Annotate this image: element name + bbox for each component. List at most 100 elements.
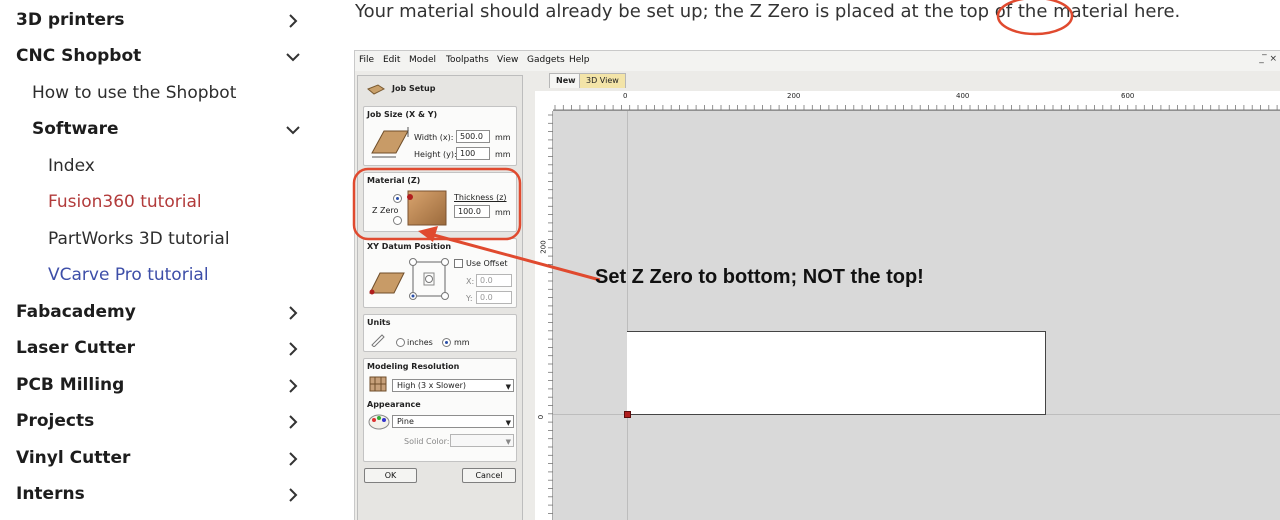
chevron-right-icon <box>289 342 298 356</box>
solid-color-label: Solid Color: <box>404 437 450 446</box>
width-label: Width (x): <box>414 133 454 142</box>
chevron-down-icon <box>286 126 300 135</box>
solid-color-select[interactable]: ▼ <box>450 434 514 447</box>
window-controls[interactable]: _ ̅ × <box>1259 54 1277 64</box>
sidebar-item-label: Vinyl Cutter <box>16 448 131 468</box>
menu-view[interactable]: View <box>497 55 518 65</box>
units-group: Units inches mm <box>363 314 517 352</box>
palette-icon <box>368 414 390 430</box>
left-ruler-ticks <box>548 114 553 514</box>
height-label: Height (y): <box>414 150 457 159</box>
sidebar-item-label: Projects <box>16 411 95 431</box>
job-size-title: Job Size (X & Y) <box>367 110 438 119</box>
menu-bar: File Edit Model Toolpaths View Gadgets H… <box>355 51 1280 71</box>
sidebar-item-label: Laser Cutter <box>16 338 135 358</box>
resolution-group: Modeling Resolution High (3 x Slower) ▼ A… <box>363 358 517 462</box>
resolution-title: Modeling Resolution <box>367 362 460 371</box>
y-offset-input[interactable]: 0.0 <box>476 291 512 304</box>
sidebar-item-cnc-shopbot[interactable]: CNC Shopbot <box>0 39 320 73</box>
chevron-right-icon <box>289 452 298 466</box>
units-title: Units <box>367 318 391 327</box>
top-ruler-ticks <box>553 105 1280 111</box>
chevron-down-icon: ▼ <box>505 438 511 446</box>
appearance-title: Appearance <box>367 400 421 409</box>
sidebar-item-label: PartWorks 3D tutorial <box>48 229 230 249</box>
origin-marker <box>624 411 631 418</box>
job-setup-icon <box>367 84 385 95</box>
width-unit: mm <box>495 133 511 142</box>
height-unit: mm <box>495 150 511 159</box>
sidebar-item-3d-printers[interactable]: 3D printers <box>0 3 320 37</box>
chevron-right-icon <box>289 379 298 393</box>
cancel-button[interactable]: Cancel <box>462 468 516 483</box>
menu-gadgets[interactable]: Gadgets <box>527 55 565 65</box>
sidebar-item-index[interactable]: Index <box>0 149 320 183</box>
sidebar-item-fusion360-tutorial[interactable]: Fusion360 tutorial <box>0 185 320 219</box>
ruler-label-600: 600 <box>1121 92 1135 100</box>
sidebar-item-pcb-milling[interactable]: PCB Milling <box>0 368 320 402</box>
sidebar-item-label: VCarve Pro tutorial <box>48 265 209 285</box>
resolution-grid-icon <box>369 376 387 392</box>
sidebar-item-vinyl-cutter[interactable]: Vinyl Cutter <box>0 441 320 475</box>
highlight-circle-icon <box>996 0 1074 36</box>
sidebar-item-how-to-use-shopbot[interactable]: How to use the Shopbot <box>0 76 320 110</box>
menu-help[interactable]: Help <box>569 55 590 65</box>
sidebar-item-label: PCB Milling <box>16 375 125 395</box>
origin-vertical-line <box>627 111 628 520</box>
chevron-right-icon <box>289 415 298 429</box>
menu-edit[interactable]: Edit <box>383 55 400 65</box>
panel-title: Job Setup <box>392 84 436 93</box>
units-mm-radio[interactable] <box>442 338 451 347</box>
sidebar-item-label: CNC Shopbot <box>16 46 142 66</box>
top-ruler: 0 200 400 600 <box>553 91 1280 111</box>
chevron-down-icon <box>286 53 300 62</box>
ruler-label-left-0: 0 <box>537 414 546 420</box>
menu-toolpaths[interactable]: Toolpaths <box>446 55 489 65</box>
sidebar-item-label: Fusion360 tutorial <box>48 192 202 212</box>
tab-new[interactable]: New <box>549 73 583 88</box>
ruler-label-200: 200 <box>787 92 801 100</box>
job-size-group: Job Size (X & Y) Width (x): 500.0 mm Hei… <box>363 106 517 166</box>
chevron-right-icon <box>289 306 298 320</box>
ruler-icon <box>371 334 385 347</box>
drawing-canvas[interactable] <box>553 111 1280 520</box>
y-offset-label: Y: <box>466 294 473 303</box>
sidebar-item-laser-cutter[interactable]: Laser Cutter <box>0 331 320 365</box>
job-setup-panel: Job Setup Job Size (X & Y) Width (x): 50… <box>357 75 523 520</box>
left-ruler: 200 0 <box>535 111 553 520</box>
sidebar-item-label: Software <box>32 119 119 139</box>
chevron-down-icon: ▼ <box>505 383 511 391</box>
appearance-select[interactable]: Pine ▼ <box>392 415 514 428</box>
ok-button[interactable]: OK <box>364 468 417 483</box>
sidebar-item-label: Fabacademy <box>16 302 136 322</box>
width-input[interactable]: 500.0 <box>456 130 490 143</box>
job-size-icon <box>371 127 409 158</box>
resolution-select[interactable]: High (3 x Slower) ▼ <box>392 379 514 392</box>
ruler-label-400: 400 <box>956 92 970 100</box>
arrow-icon <box>418 226 601 282</box>
sidebar-nav: 3D printers CNC Shopbot How to use the S… <box>0 0 320 520</box>
tab-3d-view[interactable]: 3D View <box>579 73 626 88</box>
height-input[interactable]: 100 <box>456 147 490 160</box>
sidebar-item-label: 3D printers <box>16 10 125 30</box>
resolution-value: High (3 x Slower) <box>397 381 467 390</box>
menu-file[interactable]: File <box>359 55 374 65</box>
chevron-right-icon <box>289 14 298 28</box>
sidebar-item-software[interactable]: Software <box>0 112 320 146</box>
annotation-text: Set Z Zero to bottom; NOT the top! <box>595 266 924 288</box>
sidebar-item-interns[interactable]: Interns <box>0 477 320 511</box>
job-material-rectangle <box>627 331 1046 415</box>
ruler-corner <box>535 91 553 111</box>
menu-model[interactable]: Model <box>409 55 436 65</box>
ruler-label-0: 0 <box>623 92 628 100</box>
sidebar-item-fabacademy[interactable]: Fabacademy <box>0 295 320 329</box>
sidebar-item-label: How to use the Shopbot <box>32 83 237 103</box>
sidebar-item-projects[interactable]: Projects <box>0 404 320 438</box>
sidebar-item-partworks-3d-tutorial[interactable]: PartWorks 3D tutorial <box>0 222 320 256</box>
sidebar-item-vcarve-pro-tutorial[interactable]: VCarve Pro tutorial <box>0 258 320 292</box>
units-mm-label: mm <box>454 338 470 347</box>
chevron-right-icon <box>289 488 298 502</box>
datum-sheet-icon <box>369 272 405 295</box>
units-inches-radio[interactable] <box>396 338 405 347</box>
sidebar-item-label: Interns <box>16 484 85 504</box>
